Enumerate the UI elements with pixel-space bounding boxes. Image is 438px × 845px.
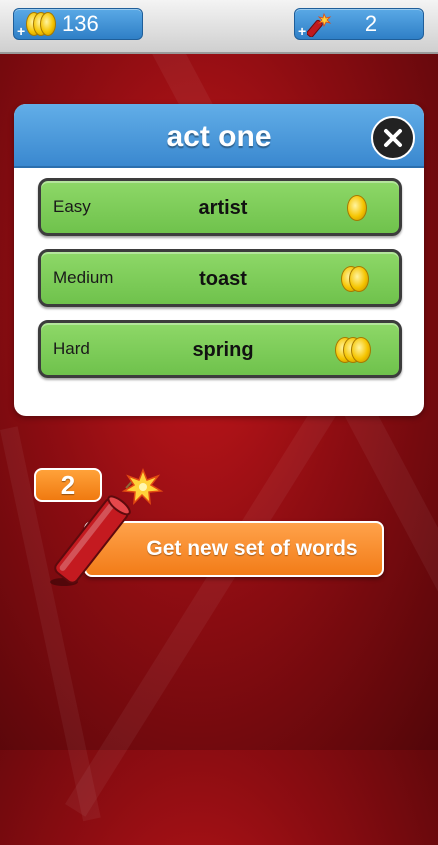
- coin-cost-icon: [335, 266, 375, 292]
- option-medium[interactable]: Medium toast: [38, 249, 402, 307]
- background-streak: [65, 380, 351, 817]
- coin-cost-icon: [335, 337, 375, 363]
- option-word: artist: [198, 197, 248, 219]
- coin-cost-icon: [335, 195, 375, 221]
- close-icon: [384, 129, 402, 147]
- coins-icon: [26, 12, 66, 36]
- option-word: spring: [192, 339, 254, 361]
- option-level-label: Medium: [53, 268, 114, 287]
- coins-value: 136: [62, 11, 99, 36]
- option-easy[interactable]: Easy artist: [38, 178, 402, 236]
- coins-counter[interactable]: + 136: [13, 8, 143, 40]
- firecrackers-value: 2: [364, 11, 378, 36]
- option-level-label: Easy: [53, 197, 91, 216]
- close-button[interactable]: [371, 116, 415, 160]
- option-level-label: Hard: [53, 339, 90, 358]
- word-selection-dialog: act one Easy artist Medium toast Hard sp…: [14, 104, 424, 416]
- dialog-title: act one: [166, 120, 272, 153]
- firecrackers-counter[interactable]: + 2: [294, 8, 424, 40]
- option-word: toast: [199, 268, 247, 290]
- top-bar: + 136 + 2: [0, 0, 438, 54]
- option-hard[interactable]: Hard spring: [38, 320, 402, 378]
- powerup-count-badge: 2: [34, 468, 102, 502]
- plus-icon: +: [17, 23, 26, 39]
